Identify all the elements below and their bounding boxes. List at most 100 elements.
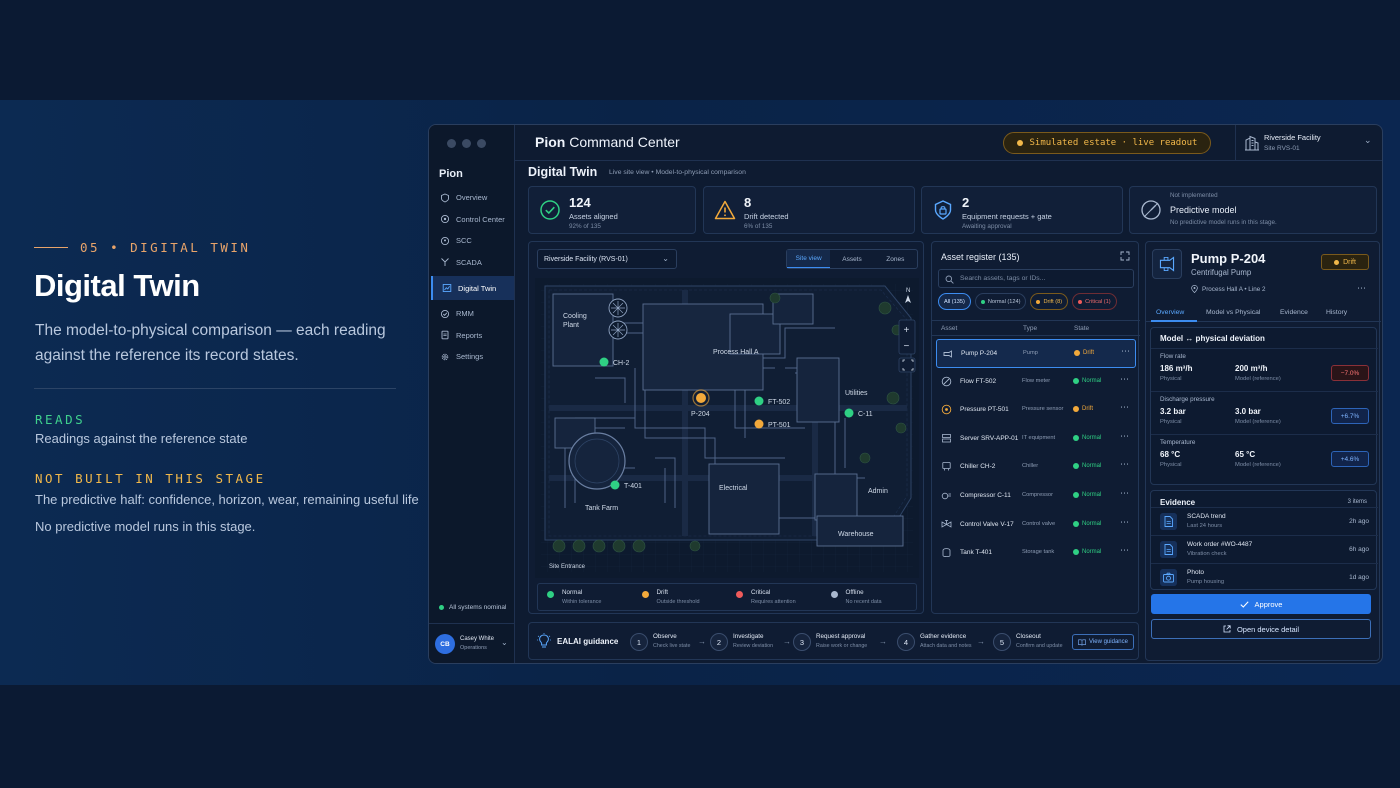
more-icon[interactable]: ⋯ bbox=[1120, 374, 1129, 385]
top-bar: Pion Command Center Simulated estate · l… bbox=[515, 125, 1382, 161]
asset-name: Compressor C-11 bbox=[960, 491, 1011, 499]
table-row[interactable]: Pump P-204 Pump Drift ⋯ bbox=[936, 339, 1136, 368]
table-row[interactable]: Flow FT-502 Flow meter Normal ⋯ bbox=[936, 368, 1136, 397]
sim-dot bbox=[1016, 140, 1023, 146]
asset-state: Normal bbox=[1073, 463, 1101, 470]
asset-type: Control valve bbox=[1022, 520, 1056, 527]
divider bbox=[34, 388, 396, 389]
filter-chip-drift[interactable]: Drift (8) bbox=[1030, 293, 1069, 310]
more-icon[interactable]: ⋯ bbox=[1120, 517, 1129, 528]
marker-label-t401: T-401 bbox=[624, 483, 642, 490]
expand-icon[interactable] bbox=[1120, 251, 1130, 261]
step-title: Gather evidence bbox=[920, 633, 967, 640]
asset-type: Storage tank bbox=[1022, 549, 1055, 556]
sidebar-item-scada[interactable]: SCADA bbox=[431, 252, 514, 274]
chip-label: All (135) bbox=[944, 298, 965, 305]
column-header-type[interactable]: Type bbox=[1023, 325, 1037, 332]
legend-item-normal: Normal Within tolerance bbox=[538, 584, 633, 610]
tab-history[interactable]: History bbox=[1326, 309, 1347, 316]
evidence-item-scada-trend[interactable]: SCADA trend Last 24 hours 2h ago bbox=[1151, 507, 1378, 535]
kpi-predictive-model[interactable]: Not implemented Predictive model No pred… bbox=[1129, 186, 1377, 234]
metric-discharge-pressure: Discharge pressure 3.2 bar Physical 3.0 … bbox=[1151, 391, 1378, 433]
facility-select[interactable]: Riverside Facility (RVS-01) ⌄ bbox=[537, 249, 677, 269]
evidence-item-age: 2h ago bbox=[1349, 518, 1369, 525]
kpi-assets-aligned[interactable]: 124 Assets aligned 92% of 135 bbox=[528, 186, 696, 234]
table-row[interactable]: Tank T-401 Storage tank Normal ⋯ bbox=[936, 539, 1136, 568]
zoom-out-button[interactable]: − bbox=[904, 341, 910, 352]
tab-evidence[interactable]: Evidence bbox=[1280, 309, 1308, 316]
gauge-off-icon bbox=[1141, 200, 1161, 220]
open-device-detail-button[interactable]: Open device detail bbox=[1151, 619, 1371, 639]
state-dot bbox=[1074, 350, 1080, 356]
tab-overview[interactable]: Overview bbox=[1156, 309, 1184, 316]
evidence-item-work-order[interactable]: Work order #WO-4487 Vibration check 6h a… bbox=[1151, 535, 1378, 563]
column-header-asset[interactable]: Asset bbox=[941, 325, 957, 332]
filter-chip-critical[interactable]: Critical (1) bbox=[1072, 293, 1117, 310]
asset-location: Process Hall A • Line 2 bbox=[1191, 285, 1265, 293]
more-icon[interactable]: ⋯ bbox=[1121, 346, 1130, 357]
metric-label: Temperature bbox=[1160, 439, 1196, 446]
asset-search-input[interactable]: Search assets, tags or IDs... bbox=[938, 269, 1134, 288]
user-name: Casey White bbox=[460, 636, 495, 642]
tab-assets[interactable]: Assets bbox=[830, 250, 873, 268]
chevron-down-icon: ⌄ bbox=[1364, 135, 1372, 145]
view-guidance-button[interactable]: View guidance bbox=[1072, 634, 1134, 650]
eyebrow-text: 05 • DIGITAL TWIN bbox=[80, 240, 251, 255]
antenna-icon bbox=[441, 258, 449, 267]
table-row[interactable]: Server SRV-APP-01 IT equipment Normal ⋯ bbox=[936, 425, 1136, 454]
not-built-note: No predictive model runs in this stage. bbox=[35, 519, 256, 534]
tab-model-vs-physical[interactable]: Model vs Physical bbox=[1206, 309, 1260, 316]
more-icon[interactable]: ⋯ bbox=[1120, 545, 1129, 556]
badge-text: Drift bbox=[1343, 258, 1356, 266]
asset-name: Tank T-401 bbox=[960, 549, 993, 557]
deviation-title: Model ↔ physical deviation bbox=[1160, 334, 1265, 343]
column-header-state[interactable]: State bbox=[1074, 325, 1089, 332]
breadcrumb: Live site view • Model-to-physical compa… bbox=[609, 169, 746, 176]
asset-state: Normal bbox=[1073, 520, 1102, 527]
state-text: Normal bbox=[1082, 520, 1102, 527]
approve-button[interactable]: Approve bbox=[1151, 594, 1371, 614]
table-row[interactable]: Chiller CH-2 Chiller Normal ⋯ bbox=[936, 453, 1136, 482]
reads-key: READS bbox=[35, 412, 86, 427]
evidence-item-photo[interactable]: Photo Pump housing 1d ago bbox=[1151, 563, 1378, 591]
table-row[interactable]: Control Valve V-17 Control valve Normal ⋯ bbox=[936, 511, 1136, 540]
sidebar-item-control-center[interactable]: Control Center bbox=[431, 209, 514, 231]
sidebar-item-digital-twin[interactable]: Digital Twin bbox=[431, 276, 514, 300]
sidebar-item-reports[interactable]: Reports bbox=[431, 325, 514, 347]
more-icon[interactable]: ⋯ bbox=[1120, 459, 1129, 470]
zoom-in-button[interactable]: + bbox=[904, 325, 910, 336]
kpi-equipment-requests[interactable]: 2 Equipment requests + gate Awaiting app… bbox=[921, 186, 1123, 234]
more-icon[interactable]: ⋯ bbox=[1357, 283, 1366, 294]
sidebar-item-overview[interactable]: Overview bbox=[431, 187, 514, 209]
more-icon[interactable]: ⋯ bbox=[1120, 402, 1129, 413]
sidebar-item-rmm[interactable]: RMM bbox=[431, 303, 514, 325]
sidebar-item-scc[interactable]: SCC bbox=[431, 230, 514, 252]
arrow-right-icon: → bbox=[698, 637, 706, 646]
building-icon bbox=[1245, 135, 1259, 151]
facility-switcher[interactable]: Riverside Facility Site RVS-01 ⌄ bbox=[1235, 125, 1382, 161]
state-text: Drift bbox=[1083, 350, 1094, 356]
arrow-right-icon: → bbox=[977, 637, 985, 646]
evidence-item-sub: Pump housing bbox=[1187, 579, 1225, 585]
table-row[interactable]: Pressure PT-501 Pressure sensor Drift ⋯ bbox=[936, 396, 1136, 425]
table-row[interactable]: Compressor C-11 Compressor Normal ⋯ bbox=[936, 482, 1136, 511]
slide-subtitle: The model-to-physical comparison — each … bbox=[35, 322, 386, 364]
kpi-drift-detected[interactable]: 8 Drift detected 6% of 135 bbox=[703, 186, 915, 234]
tab-zones[interactable]: Zones bbox=[874, 250, 917, 268]
tab-site-view[interactable]: Site view bbox=[787, 250, 831, 268]
asset-subtitle: Centrifugal Pump bbox=[1191, 268, 1252, 277]
site-map[interactable]: Cooling Plant Process Hall A Utilities E… bbox=[535, 278, 919, 578]
asset-state: Drift bbox=[1074, 350, 1094, 356]
user-menu[interactable]: CB Casey White Operations ⌄ bbox=[429, 623, 515, 663]
more-icon[interactable]: ⋯ bbox=[1120, 488, 1129, 499]
facility-select-value: Riverside Facility (RVS-01) bbox=[544, 255, 628, 263]
window-controls[interactable] bbox=[447, 139, 486, 148]
deviation-badge: +4.6% bbox=[1331, 451, 1369, 467]
filter-chip-normal[interactable]: Normal (124) bbox=[974, 293, 1027, 310]
area-label-utilities: Utilities bbox=[845, 390, 868, 397]
view-switcher: Site view Assets Zones bbox=[786, 249, 918, 269]
sidebar-item-settings[interactable]: Settings bbox=[431, 346, 514, 368]
more-icon[interactable]: ⋯ bbox=[1120, 431, 1129, 442]
location-text: Process Hall A • Line 2 bbox=[1202, 285, 1266, 293]
filter-chip-all[interactable]: All (135) bbox=[938, 293, 971, 310]
